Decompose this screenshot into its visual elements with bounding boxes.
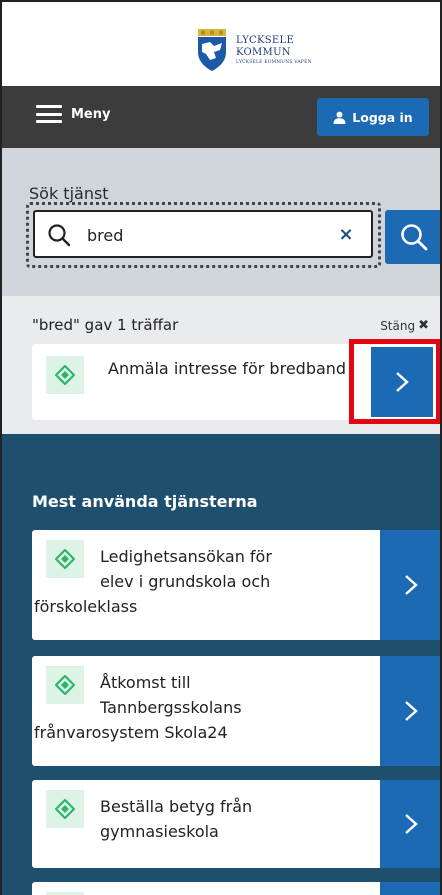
popular-title-line3: förskoleklass [34,597,138,616]
login-button[interactable]: Logga in [317,98,429,136]
popular-title-line2: elev i grundskola och [100,572,271,591]
results-count: "bred" gav 1 träffar [32,316,179,334]
top-navbar: Meny Logga in [2,86,440,148]
close-results-label: Stäng [380,318,416,333]
popular-title-line1: Ledighetsansökan för [100,547,272,566]
popular-title-line2: gymnasieskola [100,822,219,841]
popular-card[interactable]: Ledighetsansökan för elev i grundskola o… [32,530,440,640]
chevron-right-icon [405,814,418,834]
popular-services-section: Mest använda tjänsterna Ledighetsansökan… [2,434,440,895]
search-field[interactable]: × [33,210,373,258]
popular-card[interactable]: Åtkomst till Tannbergsskolans frånvarosy… [32,656,440,766]
result-title[interactable]: Anmäla intresse för bredband [108,358,358,380]
search-input[interactable] [87,222,327,248]
popular-open-button[interactable] [380,656,440,766]
search-section: Sök tjänst × [2,148,440,296]
popular-card-title[interactable]: Åtkomst till Tannbergsskolans frånvarosy… [32,670,372,745]
clear-search-button[interactable]: × [335,223,357,245]
popular-card[interactable]: Beställa betyg från gymnasieskola [32,780,440,868]
popular-title-line2: Tannbergsskolans [100,698,242,717]
chevron-right-icon [405,575,418,595]
search-results-section: "bred" gav 1 träffar Stäng ✖ Anmäla intr… [2,296,440,434]
popular-title-line1: Åtkomst till [100,673,191,692]
popular-open-button[interactable] [380,780,440,868]
popular-open-button[interactable] [380,882,440,895]
page-frame: LYCKSELE KOMMUN LYCKSELE KOMMUNS VAPEN M… [0,0,442,895]
popular-title-line1: Beställa betyg från [100,797,253,816]
hamburger-icon [36,104,62,124]
logo-tagline: LYCKSELE KOMMUNS VAPEN [236,59,312,65]
chevron-right-icon [405,701,418,721]
result-open-button[interactable] [371,347,433,417]
search-icon [401,224,428,251]
popular-card-title[interactable]: Ledighetsansökan för elev i grundskola o… [32,544,372,619]
popular-card[interactable] [32,882,440,895]
logo-name-line1: LYCKSELE [236,34,295,46]
menu-label: Meny [71,106,111,122]
municipality-logo[interactable]: LYCKSELE KOMMUN LYCKSELE KOMMUNS VAPEN [192,28,312,72]
service-diamond-icon [46,356,84,394]
popular-card-title[interactable]: Beställa betyg från gymnasieskola [32,794,372,844]
search-label: Sök tjänst [29,184,109,203]
close-icon: ✖ [418,318,429,333]
user-icon [333,111,346,124]
close-results-button[interactable]: Stäng ✖ [380,318,429,333]
result-card[interactable]: Anmäla intresse för bredband [32,344,436,420]
popular-title-line3: frånvarosystem Skola24 [34,723,228,742]
chevron-right-icon [396,372,409,392]
popular-open-button[interactable] [380,530,440,640]
menu-button[interactable]: Meny [36,104,110,124]
logo-header: LYCKSELE KOMMUN LYCKSELE KOMMUNS VAPEN [2,2,440,86]
logo-name-line2: KOMMUN [236,46,291,58]
search-icon [48,224,71,247]
search-button[interactable] [385,210,440,264]
coat-of-arms-icon [198,29,226,71]
popular-heading: Mest använda tjänsterna [32,492,258,511]
login-label: Logga in [352,109,413,125]
